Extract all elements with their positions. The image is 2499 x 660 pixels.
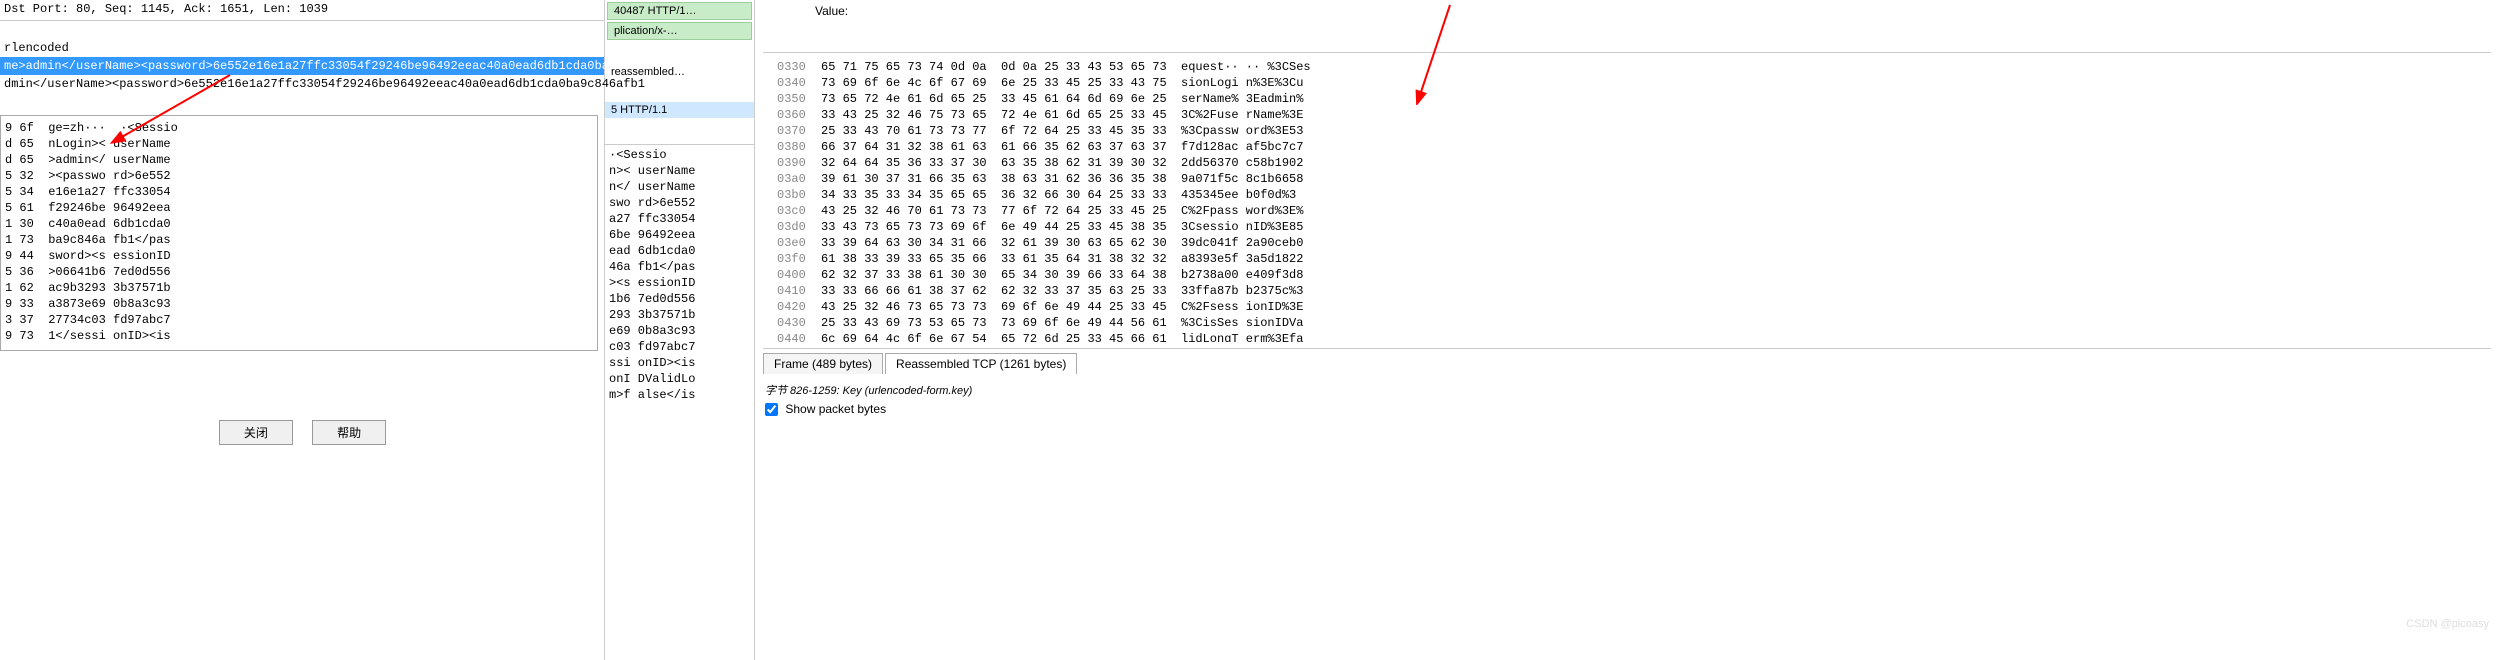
hex-line[interactable]: onI DValidLo <box>609 371 750 387</box>
packet-item[interactable]: 5 HTTP/1.1 <box>605 102 754 118</box>
hex-line[interactable]: 6be 96492eea <box>609 227 750 243</box>
xml-line-selected[interactable]: me>admin</userName><password>6e552e16e1a… <box>0 57 604 75</box>
hex-line[interactable]: c03 fd97abc7 <box>609 339 750 355</box>
hex-line[interactable]: 040062 32 37 33 38 61 30 30 65 34 30 39 … <box>763 267 2491 283</box>
hex-line[interactable]: a27 ffc33054 <box>609 211 750 227</box>
packet-item[interactable]: plication/x-… <box>607 22 752 40</box>
hex-line[interactable]: 03d033 43 73 65 73 73 69 6f 6e 49 44 25 … <box>763 219 2491 235</box>
hex-line[interactable]: 3 37 27734c03 fd97abc7 <box>5 312 593 328</box>
hex-line[interactable]: 042043 25 32 46 73 65 73 73 69 6f 6e 49 … <box>763 299 2491 315</box>
hex-line[interactable]: 038066 37 64 31 32 38 61 63 61 66 35 62 … <box>763 139 2491 155</box>
mid-pane: 40487 HTTP/1… plication/x-… reassembled… 5 … <box>605 0 755 660</box>
hex-line[interactable]: 1 30 c40a0ead 6db1cda0 <box>5 216 593 232</box>
bytes-tabs: Frame (489 bytes)Reassembled TCP (1261 b… <box>763 348 2491 374</box>
header-line: Dst Port: 80, Seq: 1145, Ack: 1651, Len:… <box>0 0 604 18</box>
watermark: CSDN @picoasy <box>2406 618 2489 630</box>
tab[interactable]: Frame (489 bytes) <box>763 353 883 374</box>
hex-view-right[interactable]: 033065 71 75 65 73 74 0d 0a 0d 0a 25 33 … <box>763 52 2491 342</box>
urlencoded-label: rlencoded <box>0 39 604 57</box>
show-packet-bytes-checkbox[interactable] <box>765 403 778 416</box>
hex-line[interactable]: 5 36 >06641b6 7ed0d556 <box>5 264 593 280</box>
close-button[interactable]: 关闭 <box>219 420 293 445</box>
hex-line[interactable]: 041033 33 66 66 61 38 37 62 62 32 33 37 … <box>763 283 2491 299</box>
hex-line[interactable]: 03f061 38 33 39 33 65 35 66 33 61 35 64 … <box>763 251 2491 267</box>
hex-line[interactable]: n</ userName <box>609 179 750 195</box>
hex-line[interactable]: m>f alse</is <box>609 387 750 403</box>
hex-line[interactable]: 043025 33 43 69 73 53 65 73 73 69 6f 6e … <box>763 315 2491 331</box>
hex-line[interactable]: 035073 65 72 4e 61 6d 65 25 33 45 61 64 … <box>763 91 2491 107</box>
hex-view-left[interactable]: 9 6f ge=zh··· ·<Sessiod 65 nLogin>< user… <box>0 115 598 351</box>
hex-line[interactable]: 1 73 ba9c846a fb1</pas <box>5 232 593 248</box>
value-label: Value: <box>815 4 848 18</box>
help-button[interactable]: 帮助 <box>312 420 386 445</box>
hex-line[interactable]: 034073 69 6f 6e 4c 6f 67 69 6e 25 33 45 … <box>763 75 2491 91</box>
packet-item[interactable]: reassembled… <box>605 64 754 80</box>
hex-line[interactable]: 9 33 a3873e69 0b8a3c93 <box>5 296 593 312</box>
hex-line[interactable]: 04406c 69 64 4c 6f 6e 67 54 65 72 6d 25 … <box>763 331 2491 342</box>
hex-line[interactable]: 03c043 25 32 46 70 61 73 73 77 6f 72 64 … <box>763 203 2491 219</box>
hex-line[interactable]: 03b034 33 35 33 34 35 65 65 36 32 66 30 … <box>763 187 2491 203</box>
hex-line[interactable]: 5 34 e16e1a27 ffc33054 <box>5 184 593 200</box>
hex-line[interactable]: 5 61 f29246be 96492eea <box>5 200 593 216</box>
hex-line[interactable]: ead 6db1cda0 <box>609 243 750 259</box>
hex-line[interactable]: 1b6 7ed0d556 <box>609 291 750 307</box>
hex-view-mid[interactable]: ·<Session>< userNamen</ userNameswo rd>6… <box>605 144 754 405</box>
hex-line[interactable]: ><s essionID <box>609 275 750 291</box>
hex-line[interactable]: 03a039 61 30 37 31 66 35 63 38 63 31 62 … <box>763 171 2491 187</box>
xml-line[interactable]: dmin</userName><password>6e552e16e1a27ff… <box>0 75 604 93</box>
hex-line[interactable]: ·<Sessio <box>609 147 750 163</box>
packet-item[interactable]: 40487 HTTP/1… <box>607 2 752 20</box>
hex-line[interactable]: 03e033 39 64 63 30 34 31 66 32 61 39 30 … <box>763 235 2491 251</box>
hex-line[interactable]: 033065 71 75 65 73 74 0d 0a 0d 0a 25 33 … <box>763 59 2491 75</box>
value-row: Value: <box>755 0 2499 38</box>
dialog-buttons: 关闭 帮助 <box>0 420 605 445</box>
hex-line[interactable]: n>< userName <box>609 163 750 179</box>
urlencoded-block: rlencoded me>admin</userName><password>6… <box>0 39 604 93</box>
hex-line[interactable]: ssi onID><is <box>609 355 750 371</box>
hex-line[interactable]: 037025 33 43 70 61 73 73 77 6f 72 64 25 … <box>763 123 2491 139</box>
hex-line[interactable]: 46a fb1</pas <box>609 259 750 275</box>
right-pane: Value: 033065 71 75 65 73 74 0d 0a 0d 0a… <box>755 0 2499 660</box>
hex-line[interactable]: d 65 nLogin>< userName <box>5 136 593 152</box>
left-pane: Dst Port: 80, Seq: 1145, Ack: 1651, Len:… <box>0 0 605 660</box>
hex-line[interactable]: d 65 >admin</ userName <box>5 152 593 168</box>
hex-line[interactable]: 036033 43 25 32 46 75 73 65 72 4e 61 6d … <box>763 107 2491 123</box>
show-packet-bytes-row: Show packet bytes <box>765 402 2489 416</box>
packet-header: Dst Port: 80, Seq: 1145, Ack: 1651, Len:… <box>0 0 604 21</box>
status-line: 字节 826-1259: Key (urlencoded-form.key) <box>765 382 2489 398</box>
show-packet-bytes-label[interactable]: Show packet bytes <box>785 402 886 416</box>
hex-line[interactable]: 9 6f ge=zh··· ·<Sessio <box>5 120 593 136</box>
packet-list[interactable]: 40487 HTTP/1… plication/x-… reassembled… 5 … <box>605 2 754 140</box>
hex-line[interactable]: 039032 64 64 35 36 33 37 30 63 35 38 62 … <box>763 155 2491 171</box>
hex-line[interactable]: 9 73 1</sessi onID><is <box>5 328 593 344</box>
hex-line[interactable]: swo rd>6e552 <box>609 195 750 211</box>
tab[interactable]: Reassembled TCP (1261 bytes) <box>885 353 1077 374</box>
hex-line[interactable]: 1 62 ac9b3293 3b37571b <box>5 280 593 296</box>
hex-line[interactable]: 293 3b37571b <box>609 307 750 323</box>
hex-line[interactable]: e69 0b8a3c93 <box>609 323 750 339</box>
hex-line[interactable]: 5 32 ><passwo rd>6e552 <box>5 168 593 184</box>
hex-line[interactable]: 9 44 sword><s essionID <box>5 248 593 264</box>
